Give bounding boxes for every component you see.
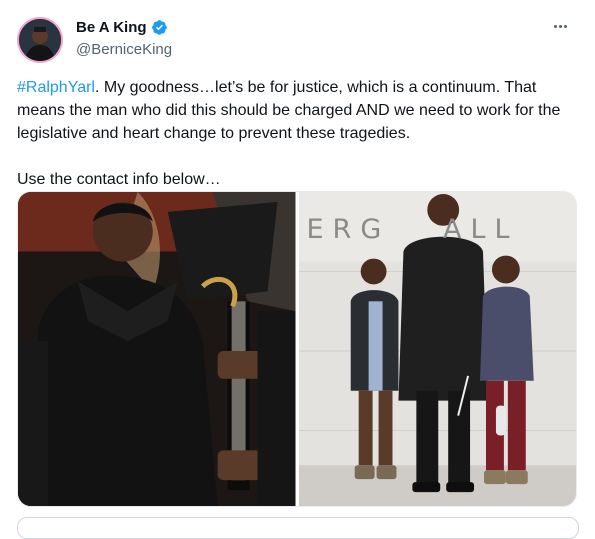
author-name[interactable]: Be A King [76,19,147,36]
media-grid: ERG ALL [17,191,577,507]
photo-concert-image [18,192,296,506]
more-options-icon[interactable] [549,15,571,37]
next-card-edge [17,517,579,539]
photo-concert[interactable] [18,192,296,506]
avatar-image [19,19,61,61]
hall-sign: ERG ALL [306,214,519,245]
tweet-text: #RalphYarl. My goodness…let’s be for jus… [17,76,582,191]
tweet-paragraph-2: Use the contact info below… [17,171,221,188]
tweet-body: . My goodness…let’s be for justice, whic… [17,79,561,142]
hashtag-link[interactable]: #RalphYarl [17,79,95,96]
tweet-paragraph-1: #RalphYarl. My goodness…let’s be for jus… [17,76,582,145]
author-handle[interactable]: @BerniceKing [76,41,172,58]
verified-badge-icon [151,19,168,36]
author-name-row: Be A King [76,19,168,36]
avatar[interactable] [17,17,63,63]
photo-hall[interactable]: ERG ALL [298,192,576,506]
